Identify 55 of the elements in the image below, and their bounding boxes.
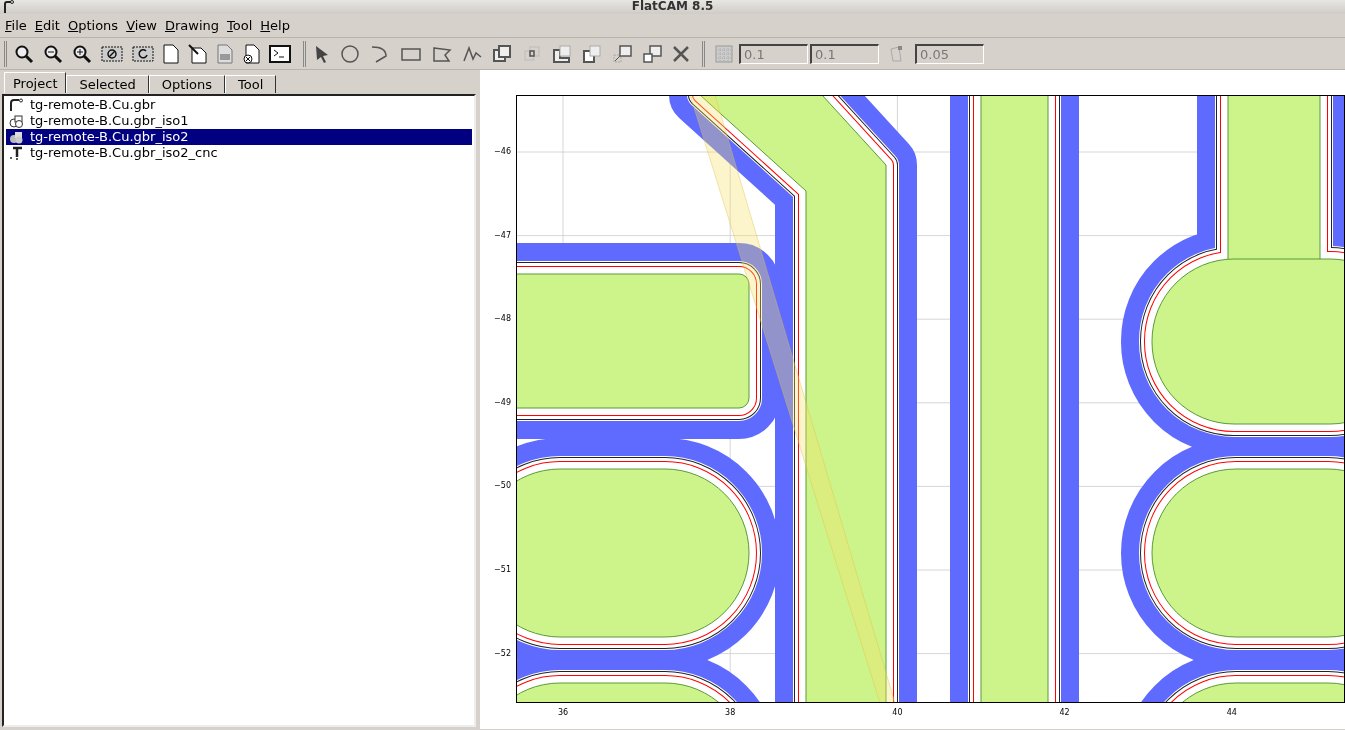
tab[interactable]: Project	[4, 72, 67, 93]
terminal-icon[interactable]	[269, 44, 291, 63]
cut-shape-icon[interactable]	[582, 43, 602, 64]
zoom-in-icon[interactable]	[72, 43, 92, 64]
window-title: FlatCAM 8.5	[631, 0, 714, 12]
menu-item[interactable]: File	[1, 19, 31, 32]
zoom-out-icon[interactable]	[43, 43, 63, 64]
tree-item[interactable]: tg-remote-B.Cu.gbr_iso2_cnc	[6, 145, 472, 161]
y-axis-tick-label: −48	[493, 315, 511, 324]
subtract-icon[interactable]	[552, 43, 572, 64]
x-axis-tick-label: 40	[891, 709, 904, 717]
geometry-icon	[9, 113, 24, 129]
move-shape-icon[interactable]	[612, 43, 632, 64]
copy-shape-icon[interactable]	[642, 43, 662, 64]
y-axis-tick-label: −46	[493, 148, 511, 156]
app-icon	[2, 0, 14, 13]
pointer-icon[interactable]	[314, 44, 330, 63]
polygon-icon[interactable]	[432, 44, 452, 63]
y-axis-tick-label: −49	[493, 398, 511, 407]
circle-icon[interactable]	[340, 43, 360, 64]
y-axis-tick-label: −50	[493, 482, 511, 491]
tree-item[interactable]: tg-remote-B.Cu.gbr_iso2	[6, 129, 472, 145]
gerber-icon	[9, 97, 24, 113]
menu-item[interactable]: Tool	[223, 19, 257, 32]
tree-item[interactable]: tg-remote-B.Cu.gbr	[6, 97, 472, 113]
menu-item[interactable]: Edit	[30, 19, 64, 32]
y-axis-tick-label: −47	[493, 231, 511, 240]
x-axis-tick-label: 36	[556, 709, 570, 717]
tab[interactable]: Options	[148, 75, 225, 93]
intersection-icon[interactable]	[522, 43, 542, 64]
menu-item[interactable]: Options	[63, 19, 123, 32]
geometry-icon	[9, 129, 24, 145]
union-icon[interactable]	[492, 43, 512, 64]
cnc-job-icon	[9, 145, 24, 161]
tree-item[interactable]: tg-remote-B.Cu.gbr_iso1	[6, 113, 472, 129]
clear-plot-icon[interactable]	[101, 44, 123, 63]
y-axis-tick-label: −52	[493, 649, 511, 658]
menu-item[interactable]: Drawing	[161, 19, 224, 32]
replot-icon[interactable]	[132, 44, 154, 63]
tab[interactable]: Tool	[225, 75, 277, 93]
delete-file-icon[interactable]	[242, 43, 260, 64]
x-axis-tick-label: 44	[1225, 709, 1238, 717]
x-axis-tick-label: 42	[1058, 709, 1071, 717]
delete-shape-icon[interactable]	[672, 44, 690, 63]
new-file-icon[interactable]	[163, 43, 179, 64]
x-axis-tick-label: 38	[724, 709, 737, 717]
path-icon[interactable]	[462, 44, 482, 63]
edit-file-icon[interactable]	[188, 43, 208, 64]
menu-item[interactable]: View	[122, 19, 161, 32]
menu-item[interactable]: Help	[256, 19, 294, 32]
tab[interactable]: Selected	[66, 75, 149, 93]
arc-icon[interactable]	[370, 43, 390, 64]
rectangle-icon[interactable]	[400, 45, 422, 62]
y-axis-tick-label: −51	[493, 566, 511, 574]
zoom-icon[interactable]	[14, 43, 34, 64]
